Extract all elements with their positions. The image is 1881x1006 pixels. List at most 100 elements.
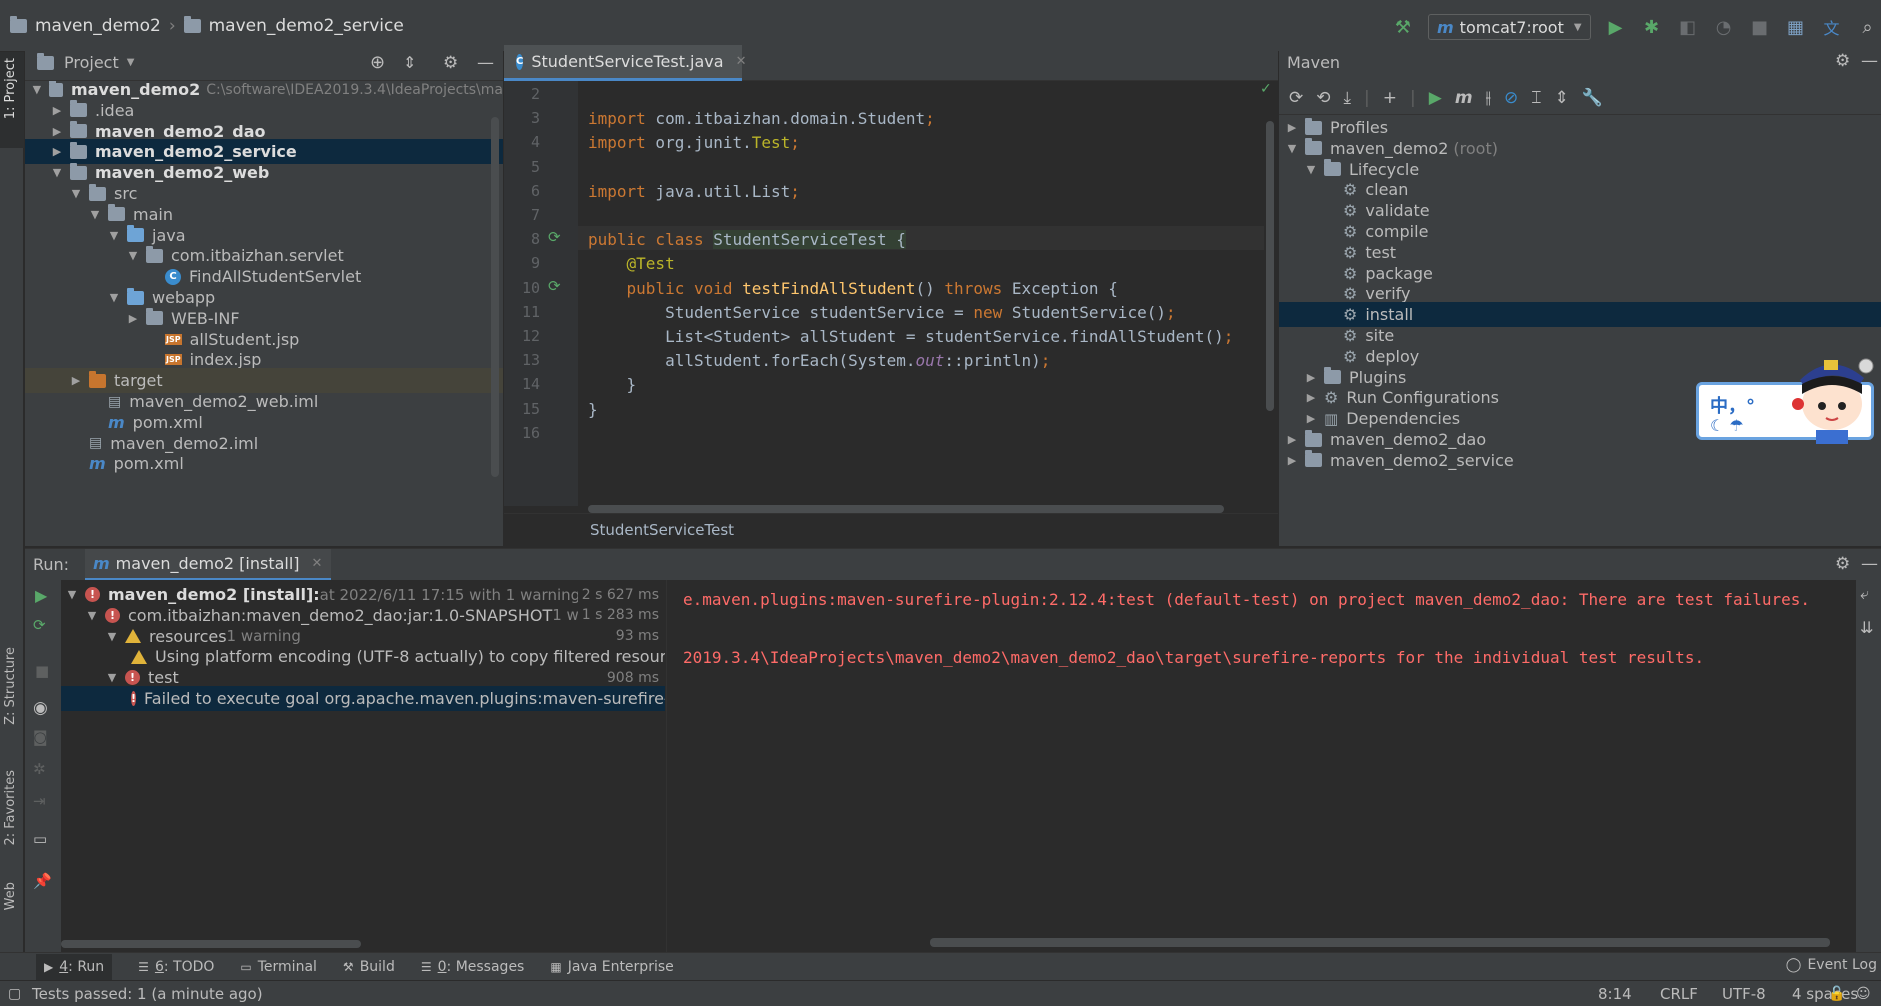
collapsed-arrow-icon[interactable]: ▶ — [50, 104, 64, 117]
collapsed-arrow-icon[interactable]: ▶ — [1285, 121, 1299, 134]
locate-icon[interactable]: ⊕ — [370, 52, 385, 73]
console-output[interactable]: e.maven.plugins:maven-surefire-plugin:2.… — [666, 580, 1856, 952]
run-tab[interactable]: m maven_demo2 [install] ✕ — [85, 549, 331, 581]
execute-goal-icon[interactable]: m — [1455, 88, 1473, 108]
editor-breadcrumb[interactable]: StudentServiceTest — [504, 513, 1278, 546]
tool-window-button[interactable]: ☰ 6: TODO — [138, 959, 214, 975]
expanded-arrow-icon[interactable]: ▼ — [85, 609, 99, 622]
close-icon[interactable]: ✕ — [312, 556, 323, 571]
event-log-button[interactable]: ◯ Event Log — [1786, 957, 1877, 973]
collapsed-arrow-icon[interactable]: ▶ — [50, 145, 64, 158]
reload-icon[interactable]: ⟳ — [1289, 88, 1303, 108]
add-icon[interactable]: + — [1383, 88, 1397, 108]
expanded-arrow-icon[interactable]: ▼ — [126, 249, 140, 262]
breadcrumb-item[interactable]: maven_demo2 — [35, 16, 161, 36]
structure-tool-button[interactable]: Z: Structure — [3, 647, 18, 725]
search-icon[interactable]: ⌕ — [1857, 16, 1879, 38]
bug-icon[interactable]: ✲ — [33, 760, 46, 778]
maven-tree-item[interactable]: ▶ maven_demo2_service — [1279, 448, 1881, 473]
editor-tab[interactable]: C StudentServiceTest.java ✕ — [504, 45, 746, 81]
project-tree-item[interactable]: m pom.xml — [25, 451, 503, 476]
horizontal-scrollbar[interactable] — [588, 505, 1224, 513]
collapsed-arrow-icon[interactable]: ▶ — [1285, 454, 1299, 467]
gear-icon[interactable]: ⚙ — [1835, 51, 1850, 71]
tool-window-button[interactable]: ▦ Java Enterprise — [550, 959, 673, 975]
wrench-icon[interactable]: 🔧 — [1582, 88, 1603, 108]
layout-icon[interactable]: ▭ — [33, 830, 47, 848]
exit-icon[interactable]: ⇥ — [33, 792, 46, 810]
eye-icon[interactable]: ◉ — [33, 698, 48, 718]
console-scrollbar[interactable] — [930, 938, 1830, 947]
soft-wrap-icon[interactable]: ⤶ — [1860, 584, 1869, 604]
line-separator[interactable]: CRLF — [1660, 985, 1698, 1003]
chevron-down-icon[interactable]: ▼ — [127, 57, 135, 68]
collapsed-arrow-icon[interactable]: ▶ — [1304, 412, 1318, 425]
stop-icon[interactable]: ■ — [35, 662, 49, 680]
profile-icon[interactable]: ◔ — [1713, 16, 1735, 38]
collapsed-arrow-icon[interactable]: ▶ — [126, 312, 140, 325]
camera-icon[interactable]: ◙ — [33, 728, 48, 746]
download-icon[interactable]: ⤓ — [1344, 88, 1352, 108]
rerun-icon[interactable]: ▶ — [35, 586, 47, 605]
expanded-arrow-icon[interactable]: ▼ — [88, 208, 102, 221]
expanded-arrow-icon[interactable]: ▼ — [50, 166, 64, 179]
show-dependencies-icon[interactable]: ⌶ — [1531, 88, 1541, 108]
indent-setting[interactable]: 4 spaces — [1792, 985, 1858, 1003]
tool-window-button[interactable]: ⚒ Build — [343, 959, 395, 975]
expanded-arrow-icon[interactable]: ▼ — [105, 671, 119, 684]
debug-icon[interactable]: ✱ — [1641, 16, 1663, 38]
expanded-arrow-icon[interactable]: ▼ — [1285, 142, 1299, 155]
code-area[interactable]: import com.itbaizhan.domain.Student; impo… — [504, 81, 1264, 506]
project-tool-button[interactable]: 1: Project — [3, 58, 18, 119]
code-editor[interactable]: 2 3 4 5 6 7 8 ⟳ 9 10 ⟳ 11 12 13 14 15 16 import com.itba… — [504, 81, 1278, 546]
expanded-arrow-icon[interactable]: ▼ — [31, 83, 43, 96]
project-panel-title[interactable]: Project — [64, 53, 119, 72]
breadcrumb-item[interactable]: maven_demo2_service — [209, 16, 404, 36]
favorites-tool-button[interactable]: 2: Favorites — [3, 770, 18, 846]
lock-icon[interactable]: 🔓 — [1828, 986, 1845, 1002]
reimport-folders-icon[interactable]: ⟲ — [1316, 88, 1330, 108]
collapse-all-icon[interactable]: ⇕ — [403, 53, 416, 72]
window-icon[interactable]: ▢ — [8, 986, 21, 1002]
tool-window-button[interactable]: ▶ 4: Run — [36, 953, 113, 980]
close-icon[interactable]: ✕ — [736, 54, 747, 69]
collapsed-arrow-icon[interactable]: ▶ — [69, 374, 83, 387]
minimize-icon[interactable]: — — [1861, 51, 1878, 71]
collapsed-arrow-icon[interactable]: ▶ — [1304, 371, 1318, 384]
expanded-arrow-icon[interactable]: ▼ — [1304, 163, 1318, 176]
scroll-to-end-icon[interactable]: ⇊ — [1860, 618, 1873, 637]
toggle-offline-icon[interactable]: ⫲ — [1486, 88, 1492, 108]
rerun-failed-icon[interactable]: ⟳ — [33, 616, 46, 634]
run-tree-item[interactable]: ! Failed to execute goal org.apache.maven… — [61, 686, 665, 711]
expanded-arrow-icon[interactable]: ▼ — [105, 630, 119, 643]
pin-icon[interactable]: 📌 — [33, 872, 52, 890]
run-icon[interactable]: ▶ — [1605, 16, 1627, 38]
inspector-icon[interactable]: ☺ — [1856, 986, 1871, 1002]
hammer-icon[interactable]: ⚒ — [1392, 16, 1414, 38]
project-scrollbar[interactable] — [491, 117, 499, 477]
gear-icon[interactable]: ⚙ — [443, 53, 458, 73]
run-tree-scrollbar[interactable] — [61, 940, 361, 948]
minimize-icon[interactable]: — — [477, 53, 494, 73]
collapsed-arrow-icon[interactable]: ▶ — [1285, 433, 1299, 446]
vertical-scrollbar[interactable] — [1266, 121, 1274, 411]
minimize-icon[interactable]: — — [1861, 554, 1878, 574]
collapsed-arrow-icon[interactable]: ▶ — [1304, 391, 1318, 404]
run-icon[interactable]: ▶ — [1429, 88, 1442, 108]
coverage-icon[interactable]: ◧ — [1677, 16, 1699, 38]
expanded-arrow-icon[interactable]: ▼ — [107, 291, 121, 304]
file-encoding[interactable]: UTF-8 — [1722, 985, 1766, 1003]
tool-window-button[interactable]: ▭ Terminal — [240, 959, 317, 975]
expanded-arrow-icon[interactable]: ▼ — [69, 187, 83, 200]
status-message[interactable]: Tests passed: 1 (a minute ago) — [32, 985, 263, 1003]
tool-window-button[interactable]: ☰ 0: Messages — [421, 959, 525, 975]
expanded-arrow-icon[interactable]: ▼ — [65, 588, 79, 601]
project-structure-icon[interactable]: ▦ — [1785, 16, 1807, 38]
web-tool-button[interactable]: Web — [3, 882, 18, 910]
expanded-arrow-icon[interactable]: ▼ — [107, 229, 121, 242]
gear-icon[interactable]: ⚙ — [1835, 554, 1850, 574]
caret-position[interactable]: 8:14 — [1598, 985, 1632, 1003]
stop-icon[interactable]: ■ — [1749, 16, 1771, 38]
skip-tests-icon[interactable]: ⊘ — [1504, 88, 1518, 108]
translate-icon[interactable]: 文 — [1821, 16, 1843, 38]
